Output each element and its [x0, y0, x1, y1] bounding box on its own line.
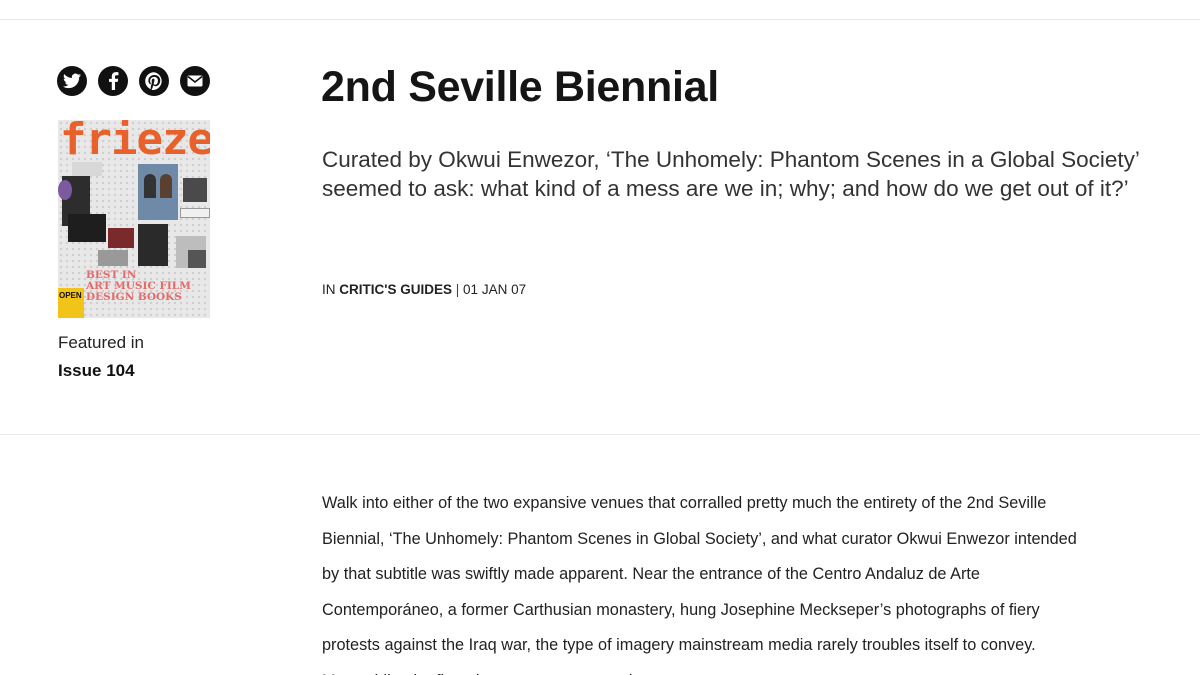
cover-tagline-line: DESIGN BOOKS	[86, 291, 182, 303]
cover-image-block	[68, 214, 106, 242]
facebook-share-button[interactable]	[98, 66, 128, 96]
share-bar	[57, 66, 210, 96]
cover-tagline: BEST IN ART MUSIC FILM DESIGN BOOKS	[86, 270, 191, 303]
article-title: 2nd Seville Biennial	[321, 63, 719, 111]
meta-separator: |	[455, 282, 460, 297]
section-divider	[0, 434, 1200, 435]
article-standfirst: Curated by Okwui Enwezor, ‘The Unhomely:…	[322, 147, 1140, 201]
pinterest-share-button[interactable]	[139, 66, 169, 96]
category-link[interactable]: CRITIC'S GUIDES	[339, 282, 452, 297]
email-icon	[187, 75, 203, 87]
issue-link[interactable]: Issue 104	[58, 361, 135, 381]
meta-prefix: IN	[322, 282, 336, 297]
pinterest-icon	[145, 72, 162, 91]
article-body: Walk into either of the two expansive ve…	[322, 494, 1077, 675]
cover-image-block	[144, 174, 156, 198]
cover-image-block	[108, 228, 134, 248]
cover-image-block	[183, 178, 207, 202]
frieze-logo: frieze	[60, 120, 210, 165]
email-share-button[interactable]	[180, 66, 210, 96]
publish-date: 01 JAN 07	[463, 282, 527, 297]
cover-image-block	[160, 174, 172, 198]
featured-in-label: Featured in	[58, 333, 144, 352]
article-meta: IN CRITIC'S GUIDES | 01 JAN 07	[322, 282, 526, 297]
cover-image-block	[138, 224, 168, 266]
twitter-icon	[63, 73, 81, 89]
facebook-icon	[108, 72, 118, 90]
twitter-share-button[interactable]	[57, 66, 87, 96]
cover-image-block	[58, 180, 72, 200]
cover-open-sign: OPEN	[58, 288, 84, 318]
cover-image-block	[180, 208, 210, 218]
magazine-cover[interactable]: frieze OPEN BEST IN ART MUSIC FILM DESIG…	[58, 120, 210, 318]
top-divider	[0, 19, 1200, 20]
cover-image-block	[188, 250, 206, 268]
cover-image-block	[98, 250, 128, 266]
